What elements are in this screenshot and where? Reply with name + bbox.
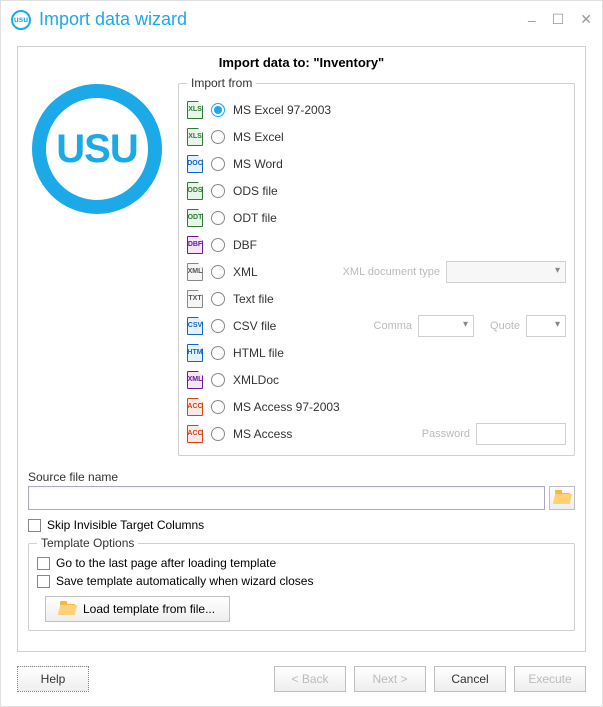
file-type-icon: ODS [187,182,203,200]
import-option-radio[interactable] [211,130,225,144]
xml-doc-type-combo[interactable] [446,261,566,283]
import-option-label: MS Access [233,427,292,441]
folder-open-icon [555,493,570,504]
import-option-radio[interactable] [211,346,225,360]
file-type-icon: HTM [187,344,203,362]
load-template-button[interactable]: Load template from file... [45,596,230,622]
help-button[interactable]: Help [17,666,89,692]
import-option-label: CSV file [233,319,276,333]
quote-label: Quote [490,320,520,332]
footer: Help < Back Next > Cancel Execute [1,656,602,706]
app-icon: usu [11,10,31,30]
file-type-icon: TXT [187,290,203,308]
import-option-row: HTM HTML file [187,339,566,366]
goto-last-label: Go to the last page after loading templa… [56,556,276,570]
import-option-label: MS Word [233,157,283,171]
import-wizard-window: usu Import data wizard – ☐ ✕ Import data… [0,0,603,707]
import-option-row: XML XMLDoc [187,366,566,393]
import-option-label: HTML file [233,346,284,360]
folder-open-icon [60,604,75,615]
execute-button[interactable]: Execute [514,666,586,692]
import-option-row: ACC MS Access Password [187,420,566,447]
import-option-radio[interactable] [211,184,225,198]
skip-invisible-label: Skip Invisible Target Columns [47,518,204,532]
panel-title: Import data to: "Inventory" [28,55,575,70]
close-button[interactable]: ✕ [580,11,592,28]
file-type-icon: ACC [187,425,203,443]
import-option-row: CSV CSV file Comma Quote [187,312,566,339]
source-file-label: Source file name [28,470,575,484]
skip-invisible-checkbox[interactable] [28,519,41,532]
import-option-row: ACC MS Access 97-2003 [187,393,566,420]
file-type-icon: XLS [187,101,203,119]
import-option-label: ODS file [233,184,278,198]
quote-combo[interactable] [526,315,566,337]
import-option-radio[interactable] [211,238,225,252]
import-option-label: Text file [233,292,274,306]
browse-button[interactable] [549,486,575,510]
import-option-label: MS Access 97-2003 [233,400,340,414]
import-option-radio[interactable] [211,427,225,441]
import-option-label: MS Excel 97-2003 [233,103,331,117]
import-option-radio[interactable] [211,211,225,225]
import-option-radio[interactable] [211,157,225,171]
back-button[interactable]: < Back [274,666,346,692]
password-input[interactable] [476,423,566,445]
maximize-button[interactable]: ☐ [552,11,565,28]
comma-label: Comma [374,320,413,332]
minimize-button[interactable]: – [528,12,536,28]
import-option-row: DBF DBF [187,231,566,258]
titlebar: usu Import data wizard – ☐ ✕ [1,1,602,36]
import-option-row: XML XML XML document type [187,258,566,285]
xml-doc-type-label: XML document type [343,266,440,278]
file-type-icon: XML [187,371,203,389]
auto-save-label: Save template automatically when wizard … [56,574,313,588]
import-option-row: ODT ODT file [187,204,566,231]
import-option-radio[interactable] [211,373,225,387]
next-button[interactable]: Next > [354,666,426,692]
import-option-radio[interactable] [211,400,225,414]
import-option-row: ODS ODS file [187,177,566,204]
source-file-input[interactable] [28,486,545,510]
file-type-icon: DBF [187,236,203,254]
import-option-label: ODT file [233,211,277,225]
template-options-group: Template Options Go to the last page aft… [28,536,575,631]
auto-save-checkbox[interactable] [37,575,50,588]
template-options-legend: Template Options [37,536,138,550]
comma-combo[interactable] [418,315,474,337]
cancel-button[interactable]: Cancel [434,666,506,692]
import-option-label: DBF [233,238,257,252]
import-option-row: XLS MS Excel [187,123,566,150]
import-option-radio[interactable] [211,292,225,306]
window-title: Import data wizard [39,9,528,30]
file-type-icon: CSV [187,317,203,335]
goto-last-checkbox[interactable] [37,557,50,570]
file-type-icon: ACC [187,398,203,416]
import-from-legend: Import from [187,76,256,90]
file-type-icon: DOC [187,155,203,173]
import-option-row: DOC MS Word [187,150,566,177]
brand-logo: USU [32,84,162,214]
file-type-icon: XML [187,263,203,281]
import-option-label: MS Excel [233,130,284,144]
import-option-row: XLS MS Excel 97-2003 [187,96,566,123]
import-option-radio[interactable] [211,265,225,279]
file-type-icon: XLS [187,128,203,146]
import-option-radio[interactable] [211,103,225,117]
import-option-radio[interactable] [211,319,225,333]
import-option-label: XMLDoc [233,373,279,387]
file-type-icon: ODT [187,209,203,227]
import-option-row: TXT Text file [187,285,566,312]
password-label: Password [422,428,470,440]
import-option-label: XML [233,265,258,279]
import-from-group: Import from XLS MS Excel 97-2003 XLS MS Exc… [178,76,575,456]
